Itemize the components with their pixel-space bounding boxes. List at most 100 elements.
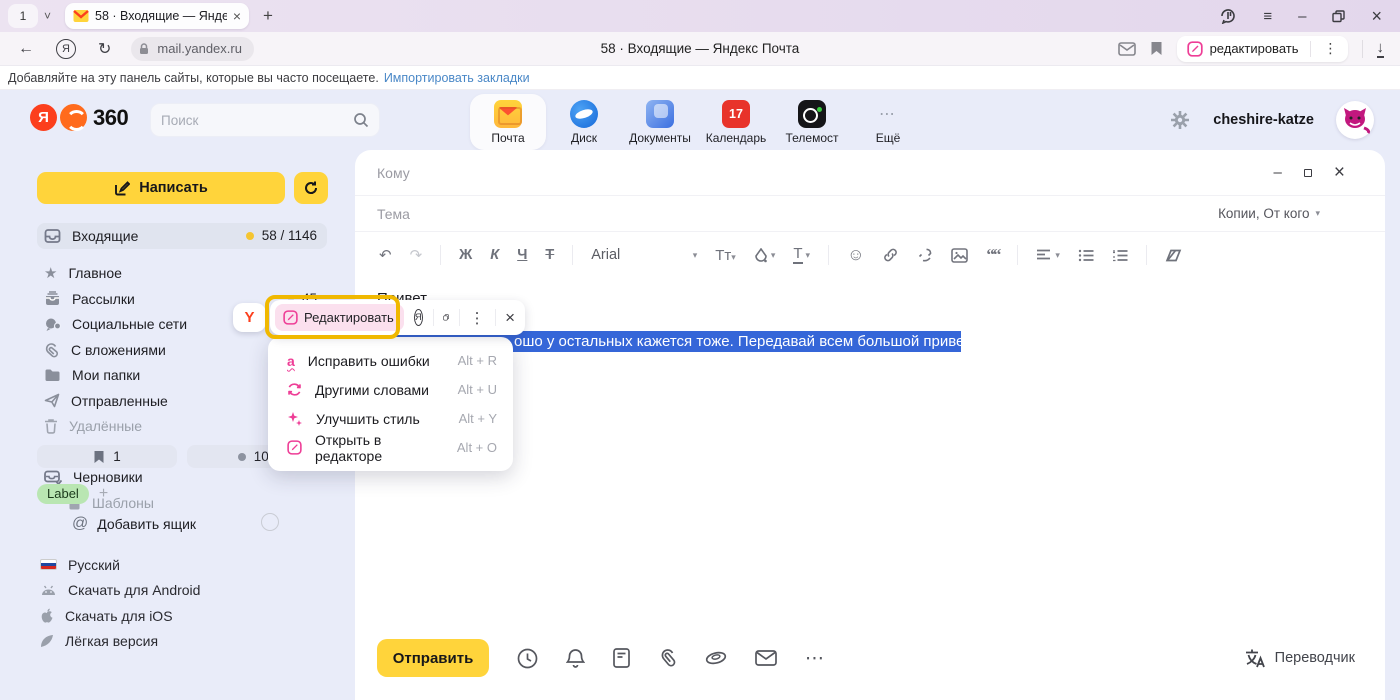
label-tag[interactable]: Label [37, 484, 89, 504]
bold-icon[interactable]: Ж [459, 247, 472, 263]
sparkles-icon [287, 411, 303, 427]
menu-rephrase[interactable]: Другими словами Alt + U [268, 375, 513, 404]
italic-icon[interactable]: К [490, 247, 499, 263]
cc-from-toggle[interactable]: Копии, От кого ▾ [1218, 206, 1320, 221]
search-input[interactable] [161, 113, 353, 128]
search-selection-icon[interactable]: Я [414, 309, 423, 326]
selection-more-icon[interactable]: ⋮ [470, 309, 485, 327]
add-mailbox[interactable]: @ Добавить ящик [72, 515, 196, 533]
copy-icon[interactable] [443, 309, 449, 326]
browser-edit-button[interactable]: редактировать ⋮ [1177, 36, 1348, 62]
text-color-select[interactable]: Т ▾ [793, 246, 810, 265]
send-button[interactable]: Отправить [377, 639, 489, 677]
underline-icon[interactable]: Ч [517, 247, 527, 263]
schedule-send-icon[interactable] [517, 648, 538, 669]
menu-open-in-editor[interactable]: Открыть в редакторе Alt + O [268, 433, 513, 462]
cat-avatar-icon [1340, 106, 1370, 134]
bookmark-flag-icon [93, 450, 105, 464]
new-tab-button[interactable]: + [263, 6, 273, 26]
attach-from-disk-icon[interactable] [705, 649, 727, 667]
mail-notifications-icon[interactable] [1118, 42, 1136, 56]
services-nav: Почта Диск Документы 17 Календарь Телемо… [470, 94, 926, 150]
yandex-y-badge[interactable]: Y [233, 303, 266, 332]
app-disk[interactable]: Диск [546, 94, 622, 150]
subject-row[interactable]: Тема Копии, От кого ▾ [355, 196, 1385, 232]
browser-tab[interactable]: 58 · Входящие — Яндек × [65, 3, 249, 29]
import-bookmarks-link[interactable]: Импортировать закладки [384, 71, 530, 85]
edit-more-icon[interactable]: ⋮ [1318, 40, 1344, 57]
yandex360-logo[interactable]: Я 360 [30, 104, 128, 131]
translator-button[interactable]: Переводчик [1244, 648, 1355, 668]
avatar[interactable] [1336, 101, 1374, 139]
address-bar[interactable]: mail.yandex.ru [131, 37, 254, 61]
app-docs[interactable]: Документы [622, 94, 698, 150]
folder-main[interactable]: ★ Главное [37, 261, 327, 287]
collapse-compose-icon[interactable]: – [1274, 164, 1282, 181]
app-calendar[interactable]: 17 Календарь [698, 94, 774, 150]
light-version-link[interactable]: Лёгкая версия [40, 629, 200, 655]
lock-icon [137, 42, 151, 56]
folder-inbox[interactable]: Входящие 58 / 1146 [37, 223, 327, 249]
settings-gear-icon[interactable] [1169, 109, 1191, 131]
bookmarks-filter-pill[interactable]: 1 [37, 445, 177, 468]
side-panel-icon[interactable] [1220, 8, 1237, 24]
align-select[interactable]: ▾ [1036, 249, 1060, 261]
reminder-bell-icon[interactable] [566, 648, 585, 669]
add-label-icon[interactable]: + [99, 485, 108, 503]
font-size-select[interactable]: Тт▾ [715, 247, 736, 264]
at-icon: @ [72, 515, 88, 533]
compose-button[interactable]: Написать [37, 172, 285, 204]
refresh-mail-button[interactable] [294, 172, 328, 204]
attach-file-icon[interactable] [658, 648, 677, 668]
close-window-icon[interactable]: × [1371, 6, 1382, 27]
recipient-row[interactable]: Кому – × [355, 150, 1385, 196]
tab-counter[interactable]: 1 [8, 4, 38, 28]
menu-fix-errors[interactable]: а Исправить ошибки Alt + R [268, 346, 513, 375]
redo-icon[interactable]: ↷ [410, 246, 423, 264]
bullet-list-icon[interactable] [1078, 249, 1094, 262]
back-icon[interactable]: ← [18, 40, 34, 58]
close-compose-icon[interactable]: × [1334, 162, 1345, 184]
menu-improve-style[interactable]: Улучшить стиль Alt + Y [268, 404, 513, 433]
undo-icon[interactable]: ↶ [379, 246, 392, 264]
tab-close-icon[interactable]: × [233, 9, 241, 23]
font-chevron-icon: ▾ [693, 250, 698, 261]
bookmark-icon[interactable] [1150, 41, 1163, 56]
subject-field[interactable]: Тема [377, 206, 410, 222]
more-actions-icon[interactable]: ⋯ [805, 647, 826, 670]
to-field[interactable]: Кому [377, 165, 410, 181]
emoji-icon[interactable]: ☺ [847, 245, 864, 265]
app-mail[interactable]: Почта [470, 94, 546, 150]
search-box[interactable] [150, 103, 380, 137]
insert-image-icon[interactable] [951, 248, 968, 263]
bookmarks-bar: Добавляйте на эту панель сайты, которые … [0, 66, 1400, 90]
browser-menu-icon[interactable]: ≡ [1263, 8, 1272, 25]
app-telemost[interactable]: Телемост [774, 94, 850, 150]
edit-menu-button[interactable]: Редактировать [275, 304, 404, 331]
unread-filter-dot [238, 453, 246, 461]
downloads-icon[interactable]: ↓ [1377, 40, 1385, 58]
numbered-list-icon[interactable] [1112, 249, 1128, 262]
selection-close-icon[interactable]: × [505, 308, 515, 328]
strikethrough-icon[interactable]: Т [545, 247, 554, 263]
language-link[interactable]: Русский [40, 552, 200, 578]
restore-window-icon[interactable] [1332, 10, 1345, 23]
template-note-icon[interactable] [613, 648, 630, 668]
font-family-select[interactable]: Arial ▾ [591, 247, 697, 263]
ios-download-link[interactable]: Скачать для iOS [40, 603, 200, 629]
highlight-color-select[interactable]: ▾ [754, 248, 776, 263]
expand-compose-icon[interactable] [1304, 169, 1312, 177]
username[interactable]: cheshire-katze [1213, 112, 1314, 128]
unlink-icon[interactable] [917, 247, 933, 263]
tab-list-chevron-icon[interactable]: ˅ [44, 9, 51, 23]
insert-link-icon[interactable] [882, 247, 899, 263]
app-more[interactable]: ⋯ Ещё [850, 94, 926, 150]
blockquote-icon[interactable]: ““ [986, 245, 999, 265]
yandex-services-icon[interactable]: Я [56, 39, 76, 59]
android-download-link[interactable]: Скачать для Android [40, 578, 200, 604]
open-editor-icon [287, 440, 302, 455]
reload-icon[interactable]: ↻ [98, 39, 111, 59]
clear-formatting-icon[interactable] [1165, 248, 1182, 263]
attach-from-mail-icon[interactable] [755, 650, 777, 666]
minimize-window-icon[interactable]: – [1298, 8, 1306, 25]
